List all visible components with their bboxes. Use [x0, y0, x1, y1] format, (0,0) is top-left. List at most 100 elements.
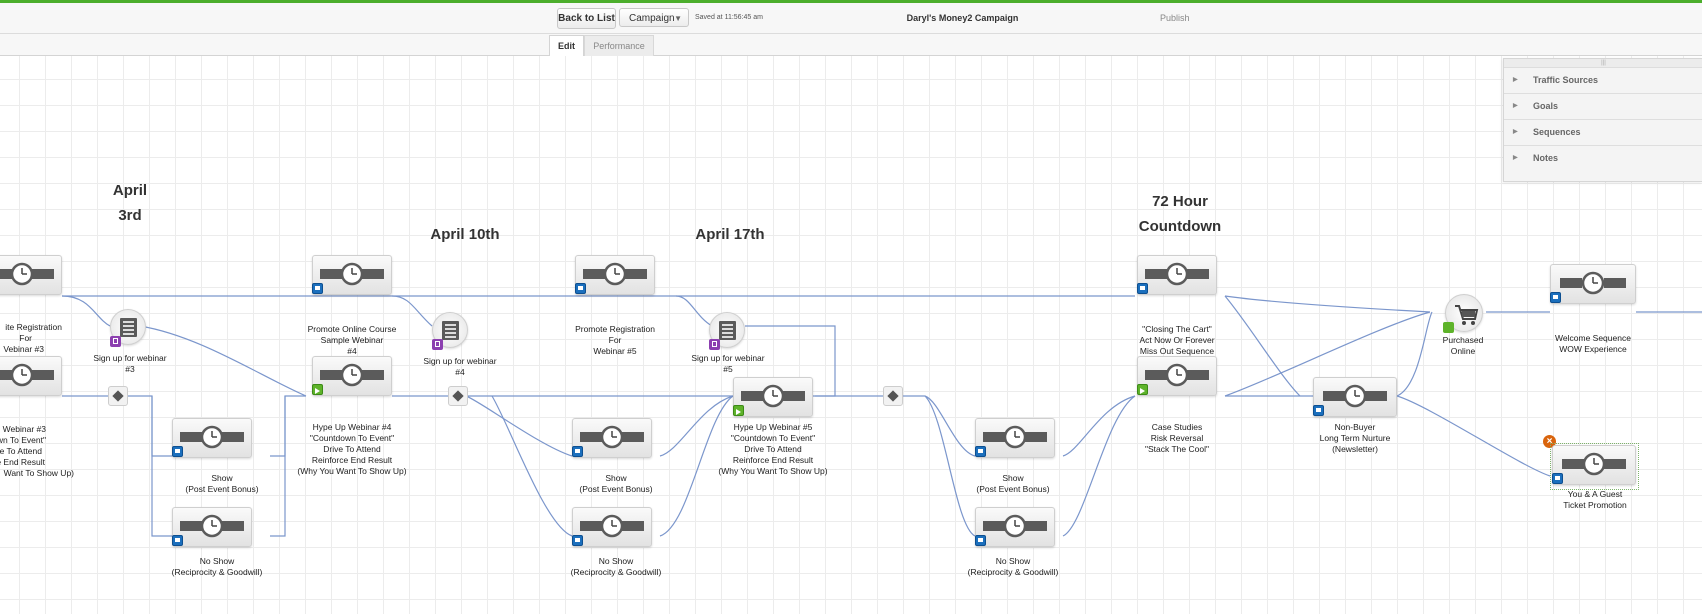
campaign-canvas[interactable]: April 3rd April 10th April 17th 72 Hour …: [0, 56, 1702, 614]
connector-line: [270, 396, 286, 537]
publish-button[interactable]: Publish: [1160, 13, 1190, 23]
label-line: No Show: [598, 556, 634, 566]
connector-line: [1396, 395, 1551, 477]
clock-icon: [580, 425, 644, 449]
label-line: "Stack The Cool": [1145, 444, 1209, 454]
email-node-noshow-a[interactable]: [172, 507, 252, 547]
decision-node-4[interactable]: [448, 386, 468, 406]
node-label-hype5: Hype Up Webinar #5 "Countdown To Event" …: [708, 422, 838, 477]
campaign-dropdown-label: Campaign: [629, 13, 675, 24]
node-label-promote-course: Promote Online Course Sample Webinar #4: [292, 324, 412, 357]
heading-line: April: [112, 182, 148, 199]
clock-icon: [0, 363, 54, 387]
top-toolbar: Back to List Campaign ▼ Saved at 11:56:4…: [0, 3, 1702, 34]
label-line: Sample Webinar: [320, 335, 384, 345]
label-line: (Post Event Bonus): [976, 484, 1050, 494]
node-label-noshow-c: No Show (Reciprocity & Goodwill): [958, 556, 1068, 578]
label-line: (Why You Want To Show Up): [297, 466, 407, 476]
clock-icon: [1560, 271, 1626, 295]
email-node-closing-cart[interactable]: [1137, 255, 1217, 295]
node-label-registration-webinar3: ite Registration For Vebinar #3: [0, 322, 62, 355]
clock-icon: [180, 514, 244, 538]
email-node-noshow-c[interactable]: [975, 507, 1055, 547]
email-node-show-b[interactable]: [572, 418, 652, 458]
label-line: ve To Attend: [0, 446, 42, 456]
flag-icon: [572, 535, 583, 546]
panel-item-label: Traffic Sources: [1533, 75, 1599, 85]
email-node-promote-reg5[interactable]: [575, 255, 655, 295]
form-node-signup3[interactable]: [110, 309, 146, 347]
back-to-list-button[interactable]: Back to List: [557, 8, 616, 29]
decision-node-3[interactable]: [108, 386, 128, 406]
node-label-welcome: Welcome Sequence WOW Experience: [1543, 333, 1643, 355]
clock-icon: [983, 514, 1047, 538]
label-line: (Reciprocity & Goodwill): [570, 567, 662, 577]
label-line: Hype Up Webinar #5: [733, 422, 813, 432]
email-node-registration-webinar3[interactable]: [0, 255, 62, 295]
connector-line: [1224, 295, 1431, 313]
label-line: down To Event": [0, 435, 46, 445]
email-node-welcome[interactable]: [1550, 264, 1636, 304]
campaign-title: Daryl's Money2 Campaign: [906, 13, 1019, 23]
flag-icon: [572, 446, 583, 457]
label-line: Webinar #5: [593, 346, 637, 356]
label-line: Want To Show Up): [3, 468, 74, 478]
label-line: (Why You Want To Show Up): [718, 466, 828, 476]
connector-line: [151, 396, 172, 537]
email-node-noshow-b[interactable]: [572, 507, 652, 547]
play-icon: [733, 405, 744, 416]
label-line: No Show: [995, 556, 1031, 566]
connector-line: [491, 395, 573, 537]
label-line: Online: [1450, 346, 1476, 356]
flag-icon: [1313, 405, 1324, 416]
label-line: Show: [1002, 473, 1024, 483]
panel-item-traffic-sources[interactable]: ▶ Traffic Sources: [1504, 68, 1702, 94]
panel-item-goals[interactable]: ▶ Goals: [1504, 94, 1702, 120]
email-node-promote-course[interactable]: [312, 255, 392, 295]
campaign-dropdown[interactable]: Campaign ▼: [619, 8, 689, 27]
email-node-show-c[interactable]: [975, 418, 1055, 458]
label-line: Risk Reversal: [1150, 433, 1204, 443]
connector-line: [1062, 395, 1136, 457]
clock-icon: [1145, 262, 1209, 286]
diamond-icon: [887, 390, 899, 402]
form-node-signup4[interactable]: [432, 312, 468, 350]
panel-drag-handle[interactable]: |||: [1504, 59, 1702, 68]
label-line: Long Term Nurture: [1319, 433, 1391, 443]
heading-april-17th: April 17th: [695, 226, 765, 243]
connector-line: [465, 395, 573, 457]
email-node-hype5[interactable]: [733, 377, 813, 417]
flag-icon: [1137, 283, 1148, 294]
tab-performance[interactable]: Performance: [584, 35, 654, 56]
label-line: Show: [211, 473, 233, 483]
node-label-signup5: Sign up for webinar #5: [678, 353, 778, 375]
panel-item-notes[interactable]: ▶ Notes: [1504, 146, 1702, 171]
node-label-show-c: Show (Post Event Bonus): [963, 473, 1063, 495]
goal-node-purchased[interactable]: [1443, 294, 1483, 333]
email-node-hype3[interactable]: [0, 356, 62, 396]
label-line: Act Now Or Forever: [1139, 335, 1215, 345]
connector-line: [924, 395, 976, 537]
email-node-case-studies[interactable]: [1137, 356, 1217, 396]
heading-line: 72 Hour: [1152, 193, 1208, 210]
tab-edit[interactable]: Edit: [549, 35, 584, 56]
email-node-hype4[interactable]: [312, 356, 392, 396]
panel-item-sequences[interactable]: ▶ Sequences: [1504, 120, 1702, 146]
label-line: For: [608, 335, 622, 345]
label-line: WOW Experience: [1559, 344, 1627, 354]
email-node-guest-ticket[interactable]: [1552, 445, 1636, 485]
diamond-icon: [452, 390, 464, 402]
label-line: Drive To Attend: [323, 444, 381, 454]
diamond-icon: [112, 390, 124, 402]
node-label-promote-reg5: Promote Registration For Webinar #5: [565, 324, 665, 357]
flag-icon: [1550, 292, 1561, 303]
email-node-show-a[interactable]: [172, 418, 252, 458]
label-line: (Post Event Bonus): [185, 484, 259, 494]
panel-item-label: Sequences: [1533, 127, 1581, 137]
decision-node-5[interactable]: [883, 386, 903, 406]
form-node-signup5[interactable]: [709, 312, 745, 350]
email-node-non-buyer[interactable]: [1313, 377, 1397, 417]
label-line: (Reciprocity & Goodwill): [171, 567, 263, 577]
connector-line: [61, 295, 111, 327]
heading-april-10th: April 10th: [430, 226, 500, 243]
